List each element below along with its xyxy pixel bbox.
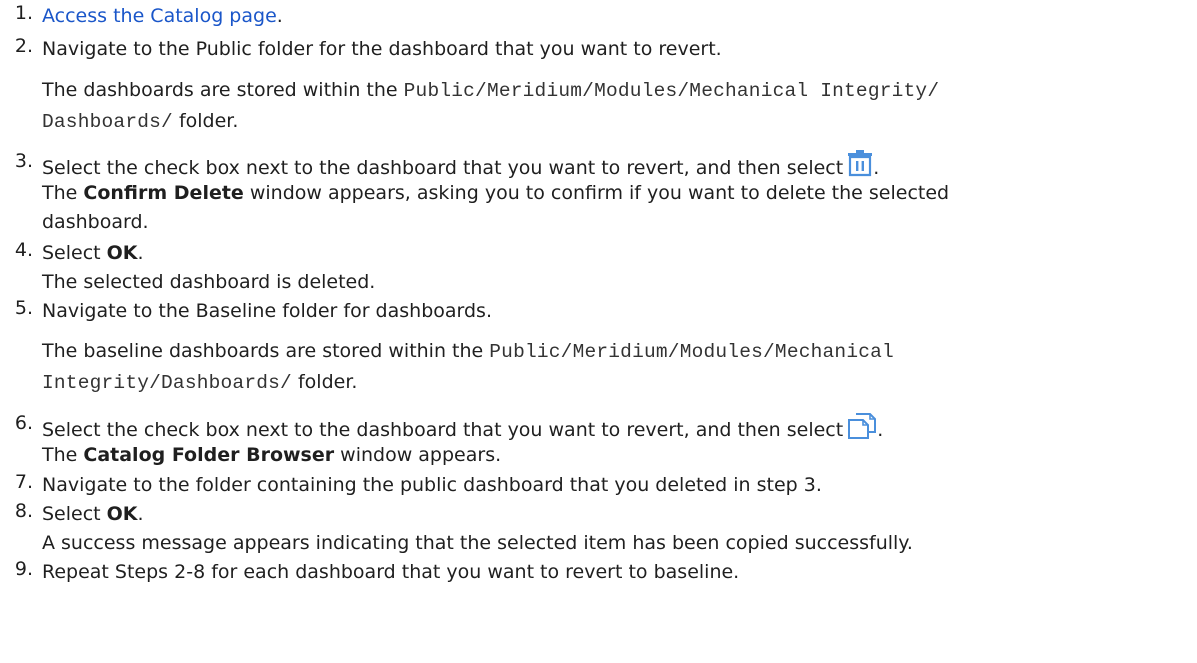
step-number: 3.	[14, 150, 33, 172]
result-text: window appears, asking you to confirm if…	[243, 182, 950, 204]
step-number: 7.	[14, 471, 33, 493]
step-punct: .	[276, 5, 283, 27]
step-number: 4.	[14, 239, 33, 261]
step-text: Navigate to the Baseline folder for dash…	[42, 300, 492, 322]
result-text: The	[42, 182, 84, 204]
step-body: Navigate to the folder containing the pu…	[42, 471, 1189, 500]
result-text: window appears.	[334, 444, 502, 466]
step-number: 6.	[14, 412, 33, 434]
step-number: 2.	[14, 35, 33, 57]
step-5-note: The baseline dashboards are stored withi…	[42, 337, 1189, 397]
copy-icon	[847, 412, 877, 448]
step-text: Select	[42, 242, 107, 264]
note-text: folder.	[172, 110, 239, 132]
procedure-document: 1. Access the Catalog page. 2. Navigate …	[0, 0, 1197, 583]
window-name: Catalog Folder Browser	[83, 444, 335, 466]
step-body: Select OK. The selected dashboard is del…	[42, 239, 1189, 297]
result-text: dashboard.	[42, 211, 149, 233]
note-text: The baseline dashboards are stored withi…	[42, 340, 490, 362]
step-body: Navigate to the Public folder for the da…	[42, 35, 1189, 64]
ok-label: OK	[106, 503, 138, 525]
folder-path: Public/Meridium/Modules/Mechanical Integ…	[403, 80, 940, 102]
step-number: 1.	[14, 2, 33, 24]
note-text: folder.	[291, 371, 358, 393]
step-body: Navigate to the Baseline folder for dash…	[42, 297, 1189, 326]
step-body: Repeat Steps 2-8 for each dashboard that…	[42, 558, 1189, 587]
step-number: 8.	[14, 500, 33, 522]
step-text: Select the check box next to the dashboa…	[42, 157, 844, 179]
result-text: A success message appears indicating tha…	[42, 532, 913, 554]
step-body: Select the check box next to the dashboa…	[42, 150, 1189, 237]
step-text: Select	[42, 503, 107, 525]
step-number: 9.	[14, 558, 33, 580]
step-punct: .	[877, 419, 884, 441]
step-text: Navigate to the Public folder for the da…	[42, 38, 722, 60]
ok-label: OK	[106, 242, 138, 264]
step-text: Repeat Steps 2-8 for each dashboard that…	[42, 561, 740, 583]
window-name: Confirm Delete	[83, 182, 244, 204]
step-2-note: The dashboards are stored within the Pub…	[42, 76, 1189, 136]
folder-path: Public/Meridium/Modules/Mechanical	[489, 341, 894, 363]
step-punct: .	[137, 503, 144, 525]
access-catalog-link[interactable]: Access the Catalog page	[42, 5, 277, 27]
note-text: The dashboards are stored within the	[42, 79, 404, 101]
result-text: The selected dashboard is deleted.	[42, 271, 376, 293]
step-text: Select the check box next to the dashboa…	[42, 419, 844, 441]
step-punct: .	[873, 157, 880, 179]
step-body: Select the check box next to the dashboa…	[42, 412, 1189, 470]
folder-path-cont: Integrity/Dashboards/	[42, 372, 292, 394]
step-body: Select OK. A success message appears ind…	[42, 500, 1189, 558]
step-body: Access the Catalog page.	[42, 2, 1189, 31]
result-text: The	[42, 444, 84, 466]
step-punct: .	[137, 242, 144, 264]
step-text: Navigate to the folder containing the pu…	[42, 474, 822, 496]
folder-path-cont: Dashboards/	[42, 111, 173, 133]
step-number: 5.	[14, 297, 33, 319]
